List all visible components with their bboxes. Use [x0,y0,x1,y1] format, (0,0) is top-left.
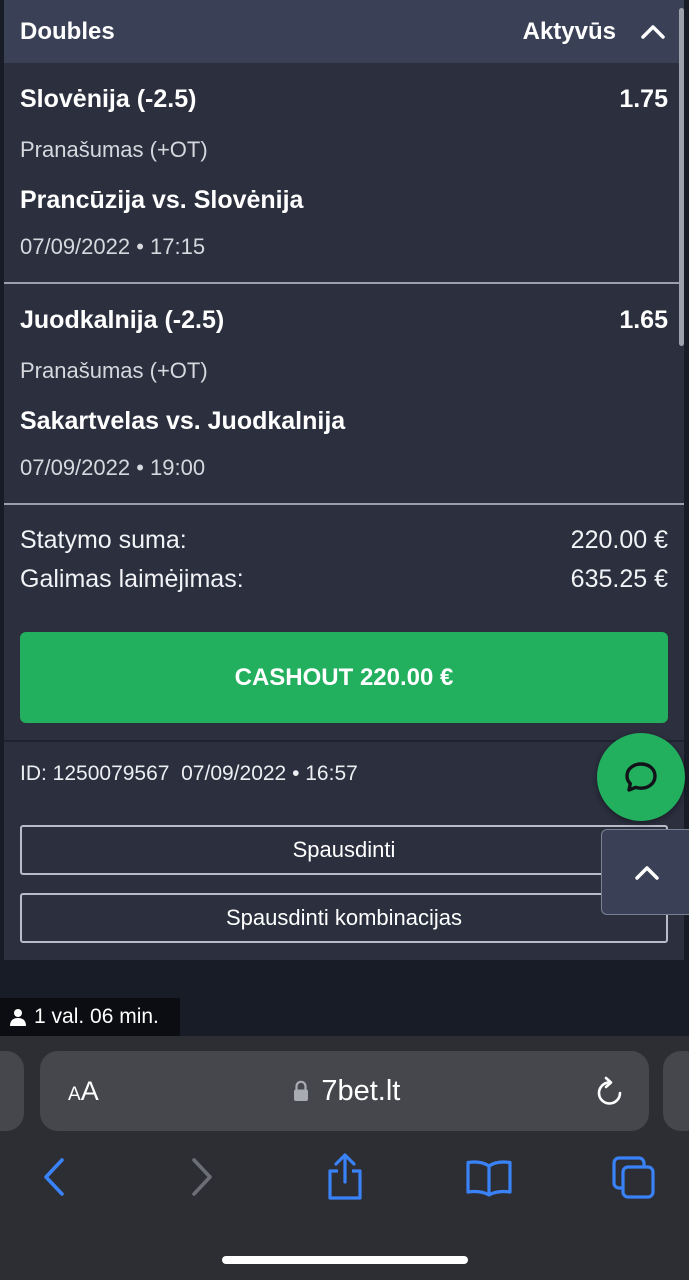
url-display[interactable]: 7bet.lt [99,1075,595,1108]
lock-icon [294,1080,309,1101]
possible-win-row: Galimas laimėjimas: 635.25 € [20,565,668,594]
cashout-button[interactable]: CASHOUT 220.00 € [20,632,668,723]
home-indicator[interactable] [222,1256,468,1264]
session-timer-text: 1 val. 06 min. [34,1005,159,1028]
print-button[interactable]: Spausdinti [20,825,668,875]
bet-card-header[interactable]: Doubles Aktyvūs [4,0,684,63]
possible-win-label: Galimas laimėjimas: [20,565,244,593]
selection-match: Prancūzija vs. Slovėnija [20,186,304,214]
chat-button[interactable] [597,733,685,821]
selection-pick: Slovėnija (-2.5) [20,85,197,113]
divider [4,740,684,742]
print-combinations-button[interactable]: Spausdinti kombinacijas [20,893,668,943]
url-text: 7bet.lt [321,1074,401,1107]
user-icon [10,1009,26,1026]
scroll-to-top-button[interactable] [601,829,689,915]
bookmarks-icon[interactable] [465,1152,513,1202]
selection-1: Slovėnija (-2.5) 1.75 Pranašumas (+OT) P… [4,63,684,283]
selection-datetime: 07/09/2022 • 17:15 [20,234,206,259]
bet-id: ID: 1250079567 07/09/2022 • 16:57 [20,762,358,785]
selection-divider [4,503,684,505]
stake-value: 220.00 € [570,526,668,554]
address-bar[interactable]: AA 7bet.lt [40,1051,649,1131]
selection-2: Juodkalnija (-2.5) 1.65 Pranašumas (+OT)… [4,284,684,504]
selection-odds: 1.65 [619,306,668,334]
share-icon[interactable] [324,1152,366,1202]
selection-pick-row: Slovėnija (-2.5) 1.75 [20,85,668,114]
bet-card: Doubles Aktyvūs Slovėnija (-2.5) 1.75 Pr… [4,0,684,960]
possible-win-value: 635.25 € [570,565,668,593]
scrollbar[interactable] [679,8,684,346]
back-icon[interactable] [40,1152,68,1202]
forward-icon[interactable] [188,1152,216,1202]
next-tab-peek[interactable] [663,1051,689,1131]
reader-settings-button[interactable]: AA [68,1076,99,1107]
selection-pick: Juodkalnija (-2.5) [20,306,225,334]
chevron-up-icon[interactable] [640,19,666,45]
previous-tab-peek[interactable] [0,1051,24,1131]
selection-market: Pranašumas (+OT) [20,137,208,162]
chevron-up-icon [635,866,659,880]
selection-datetime: 07/09/2022 • 19:00 [20,455,206,480]
bet-type-title: Doubles [20,17,115,45]
selection-pick-row: Juodkalnija (-2.5) 1.65 [20,306,668,335]
bet-status: Aktyvūs [522,17,616,45]
selection-market: Pranašumas (+OT) [20,358,208,383]
selection-odds: 1.75 [619,85,668,113]
stake-label: Statymo suma: [20,526,187,554]
reload-icon[interactable] [595,1075,625,1107]
chat-icon [625,762,657,792]
stake-row: Statymo suma: 220.00 € [20,526,668,555]
selection-match: Sakartvelas vs. Juodkalnija [20,407,346,435]
session-timer: 1 val. 06 min. [0,998,180,1036]
tabs-icon[interactable] [610,1152,658,1202]
header-right: Aktyvūs [523,18,666,46]
